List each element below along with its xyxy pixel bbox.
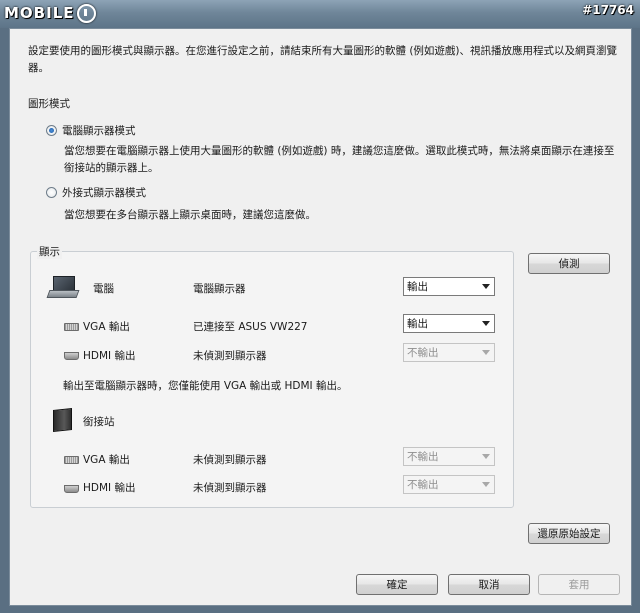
output-note: 輸出至電腦顯示器時，您僅能使用 VGA 輸出或 HDMI 輸出。 [63,380,348,392]
ok-button[interactable]: 確定 [356,574,438,595]
radio-computer-display-mode[interactable]: 電腦顯示器模式 [46,123,136,138]
radio-unchecked-icon[interactable] [46,187,57,198]
computer-hdmi-select[interactable]: 不輸出 [403,343,495,362]
computer-label: 電腦 [93,283,114,295]
vga-port-icon [64,456,79,464]
dock-hdmi-status: 未偵測到顯示器 [193,482,267,494]
dropdown-arrow-icon [482,284,490,289]
computer-vga-status: 已連接至 ASUS VW227 [193,321,308,333]
select-value: 輸出 [407,318,428,330]
hdmi-port-icon [64,352,79,360]
select-value: 不輸出 [407,479,439,491]
laptop-icon [46,276,80,298]
select-value: 不輸出 [407,347,439,359]
display-settings-dialog: 設定要使用的圖形模式與顯示器。在您進行設定之前，請結束所有大量圖形的軟體 (例如… [9,28,632,606]
dock-vga-label: VGA 輸出 [83,454,130,466]
select-value: 不輸出 [407,451,439,463]
post-id-watermark: #17764 [582,3,634,17]
detect-button[interactable]: 偵測 [528,253,610,274]
radio-label: 外接式顯示器模式 [62,187,146,199]
computer-display-select[interactable]: 輸出 [403,277,495,296]
radio-external-display-mode[interactable]: 外接式顯示器模式 [46,185,146,200]
computer-display-status: 電腦顯示器 [193,283,246,295]
window-title-bar: MOBILE #17764 [0,0,640,28]
dropdown-arrow-icon [482,321,490,326]
computer-hdmi-status: 未偵測到顯示器 [193,350,267,362]
vga-port-icon [64,323,79,331]
computer-vga-label: VGA 輸出 [83,321,130,333]
computer-mode-description: 當您想要在電腦顯示器上使用大量圖形的軟體 (例如遊戲) 時，建議您這麼做。選取此… [64,145,615,174]
dropdown-arrow-icon [482,350,490,355]
hdmi-port-icon [64,485,79,493]
dropdown-arrow-icon [482,482,490,487]
dock-hdmi-label: HDMI 輸出 [83,482,136,494]
dock-vga-select[interactable]: 不輸出 [403,447,495,466]
dock-label: 銜接站 [83,416,115,428]
intro-text: 設定要使用的圖形模式與顯示器。在您進行設定之前，請結束所有大量圖形的軟體 (例如… [28,45,618,74]
cancel-button[interactable]: 取消 [448,574,530,595]
radio-checked-icon[interactable] [46,125,57,136]
docking-station-icon [53,408,72,432]
computer-hdmi-label: HDMI 輸出 [83,350,136,362]
external-mode-description: 當您想要在多台顯示器上顯示桌面時，建議您這麼做。 [64,209,316,221]
apply-button[interactable]: 套用 [538,574,620,595]
computer-vga-select[interactable]: 輸出 [403,314,495,333]
mobile01-logo: MOBILE [4,2,96,24]
select-value: 輸出 [407,281,428,293]
logo-ring-icon [76,3,96,23]
restore-defaults-button[interactable]: 還原原始設定 [528,523,610,544]
graphics-mode-label: 圖形模式 [28,98,70,110]
logo-text: MOBILE [4,4,75,22]
display-group-title: 顯示 [37,244,62,259]
display-group-box: 顯示 電腦 電腦顯示器 輸出 VGA 輸出 已連接至 ASUS VW227 輸出… [30,244,514,508]
dock-hdmi-select[interactable]: 不輸出 [403,475,495,494]
dock-vga-status: 未偵測到顯示器 [193,454,267,466]
dropdown-arrow-icon [482,454,490,459]
radio-label: 電腦顯示器模式 [62,125,136,137]
